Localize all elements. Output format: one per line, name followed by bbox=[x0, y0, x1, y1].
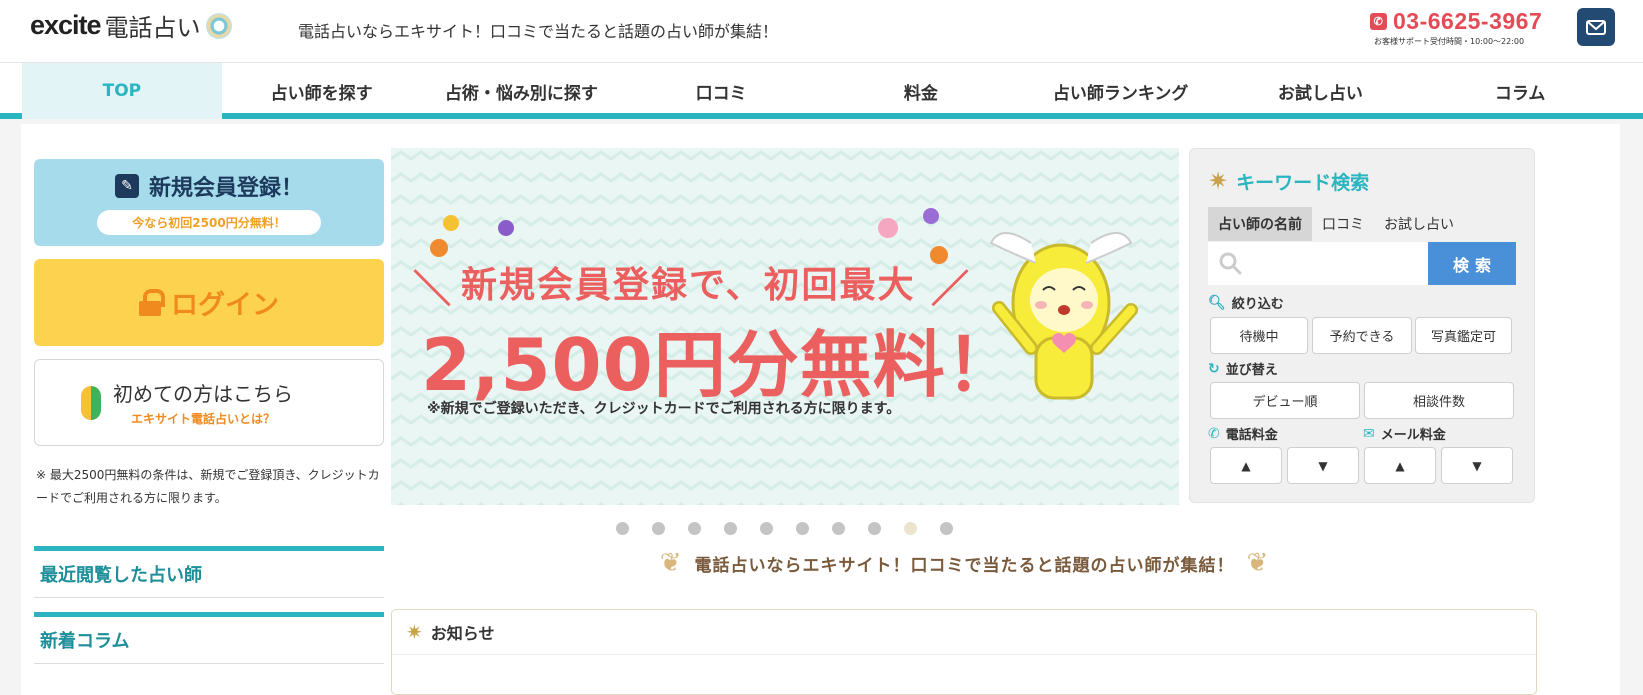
ornament-right-icon: ❦ bbox=[1246, 548, 1270, 578]
slider-dot[interactable] bbox=[796, 522, 809, 535]
slider-dot[interactable] bbox=[688, 522, 701, 535]
banner-headline: 新規会員登録で、初回最大 bbox=[461, 265, 916, 306]
slider-dot[interactable] bbox=[652, 522, 665, 535]
envelope-icon bbox=[1586, 19, 1606, 35]
banner-offer: 2,500円分無料！ bbox=[421, 323, 1019, 407]
tel-price-asc[interactable]: ▲ bbox=[1210, 447, 1282, 484]
keyword-search-panel: ✷ キーワード検索 占い師の名前 口コミ お試し占い 検索 🔍︎ 絞り込む 待機中… bbox=[1189, 148, 1535, 503]
nav-trial[interactable]: お試し占い bbox=[1221, 63, 1421, 119]
site-logo[interactable]: excite 電話占い bbox=[30, 8, 232, 43]
left-sidebar: ✎ 新規会員登録！ 今なら初回2500円分無料！ ログイン 初めての方はこちら … bbox=[34, 159, 384, 664]
main-nav: TOP 占い師を探す 占術・悩み別に探す 口コミ 料金 占い師ランキング お試し… bbox=[0, 62, 1643, 119]
search-button[interactable]: 検索 bbox=[1428, 242, 1516, 285]
nav-find-fortune-teller[interactable]: 占い師を探す bbox=[222, 63, 422, 119]
tab-reviews[interactable]: 口コミ bbox=[1312, 207, 1374, 241]
filter-label: 🔍︎ 絞り込む bbox=[1208, 294, 1284, 313]
nav-reviews[interactable]: 口コミ bbox=[621, 63, 821, 119]
tab-name[interactable]: 占い師の名前 bbox=[1208, 207, 1312, 241]
catchphrase-text: 電話占いならエキサイト！口コミで当たると話題の占い師が集結！ bbox=[694, 555, 1235, 576]
site-header: excite 電話占い 電話占いならエキサイト！口コミで当たると話題の占い師が集… bbox=[0, 0, 1643, 62]
logo-excite: excite bbox=[30, 10, 102, 40]
nav-by-method[interactable]: 占術・悩み別に探す bbox=[422, 63, 622, 119]
refresh-icon: ↻ bbox=[1208, 360, 1220, 377]
search-tabs: 占い師の名前 口コミ お試し占い bbox=[1208, 207, 1464, 241]
nav-pricing[interactable]: 料金 bbox=[821, 63, 1021, 119]
first-time-button[interactable]: 初めての方はこちら エキサイト電話占いとは？ bbox=[34, 359, 384, 446]
pencil-icon: ✎ bbox=[114, 174, 139, 198]
header-tagline: 電話占いならエキサイト！口コミで当たると話題の占い師が集結！ bbox=[298, 22, 779, 41]
slider-dot[interactable] bbox=[724, 522, 737, 535]
sort-consultations[interactable]: 相談件数 bbox=[1364, 382, 1514, 419]
slider-dot[interactable] bbox=[832, 522, 845, 535]
phone-icon: ✆ bbox=[1370, 13, 1387, 30]
banner-slash-left: ＼ bbox=[413, 267, 452, 311]
sort-label: ↻ 並び替え bbox=[1208, 360, 1278, 379]
campaign-banner[interactable]: ＼ ／ 新規会員登録で、初回最大 2,500円分無料！ ※新規でご登録いただき、… bbox=[391, 148, 1179, 505]
banner-slash-right: ／ bbox=[931, 267, 970, 311]
logo-denwa-uranai: 電話占い bbox=[104, 14, 201, 42]
mail-price-desc[interactable]: ▼ bbox=[1441, 447, 1513, 484]
mail-price-label: ✉ メール料金 bbox=[1363, 425, 1446, 444]
slider-pagination bbox=[616, 522, 976, 535]
ornament-left-icon: ❦ bbox=[659, 548, 683, 578]
nav-top[interactable]: TOP bbox=[22, 63, 222, 119]
envelope-icon: ✉ bbox=[1363, 425, 1375, 442]
slider-dot[interactable] bbox=[760, 522, 773, 535]
filter-reservable[interactable]: 予約できる bbox=[1312, 317, 1412, 354]
first-time-title: 初めての方はこちら bbox=[113, 382, 293, 406]
mail-price-asc[interactable]: ▲ bbox=[1364, 447, 1436, 484]
logo-swirl-icon bbox=[205, 12, 232, 39]
filter-waiting[interactable]: 待機中 bbox=[1210, 317, 1308, 354]
lock-icon bbox=[139, 289, 165, 316]
slider-dot[interactable] bbox=[868, 522, 881, 535]
register-button[interactable]: ✎ 新規会員登録！ 今なら初回2500円分無料！ bbox=[34, 159, 384, 246]
tel-price-desc[interactable]: ▼ bbox=[1287, 447, 1359, 484]
support-phone[interactable]: ✆ 03-6625-3967 お客様サポート受付時間・10:00～22:00 bbox=[1370, 8, 1562, 47]
support-hours: お客様サポート受付時間・10:00～22:00 bbox=[1374, 37, 1525, 46]
nav-column[interactable]: コラム bbox=[1420, 63, 1620, 119]
sort-debut[interactable]: デビュー順 bbox=[1210, 382, 1360, 419]
free-condition-note: ※ 最大2500円無料の条件は、新規でご登録頂き、クレジットカードでご利用される… bbox=[36, 468, 380, 505]
news-title: お知らせ bbox=[430, 624, 495, 643]
filter-photo[interactable]: 写真鑑定可 bbox=[1415, 317, 1512, 354]
login-button[interactable]: ログイン bbox=[34, 259, 384, 346]
nav-ranking[interactable]: 占い師ランキング bbox=[1021, 63, 1221, 119]
login-label: ログイン bbox=[171, 290, 279, 321]
news-panel: ✷ お知らせ bbox=[391, 609, 1537, 695]
sparkle-icon: ✷ bbox=[1208, 167, 1229, 195]
search-icon bbox=[1219, 252, 1242, 275]
slider-dot[interactable] bbox=[616, 522, 629, 535]
new-columns-heading[interactable]: 新着コラム bbox=[34, 612, 384, 664]
tab-trial[interactable]: お試し占い bbox=[1374, 207, 1464, 241]
slider-dot[interactable] bbox=[940, 522, 953, 535]
sparkle-icon: ✷ bbox=[406, 620, 423, 644]
register-title: 新規会員登録！ bbox=[148, 176, 303, 201]
catchphrase: ❦ 電話占いならエキサイト！口コミで当たると話題の占い師が集結！ ❦ bbox=[622, 543, 1307, 583]
phone-icon: ✆ bbox=[1208, 425, 1220, 442]
phone-number: 03-6625-3967 bbox=[1393, 8, 1543, 34]
slider-dot-active[interactable] bbox=[904, 522, 917, 535]
first-time-sub: エキサイト電話占いとは？ bbox=[130, 412, 275, 426]
beginner-mark-icon bbox=[81, 385, 101, 420]
banner-note: ※新規でご登録いただき、クレジットカードでご利用される方に限ります。 bbox=[427, 401, 901, 417]
recent-fortune-tellers-heading[interactable]: 最近閲覧した占い師 bbox=[34, 546, 384, 598]
register-promo: 今なら初回2500円分無料！ bbox=[97, 210, 321, 235]
magnifier-icon: 🔍︎ bbox=[1208, 294, 1226, 311]
search-title: キーワード検索 bbox=[1236, 171, 1370, 194]
tel-price-label: ✆ 電話料金 bbox=[1208, 425, 1278, 444]
mail-button[interactable] bbox=[1577, 8, 1615, 46]
